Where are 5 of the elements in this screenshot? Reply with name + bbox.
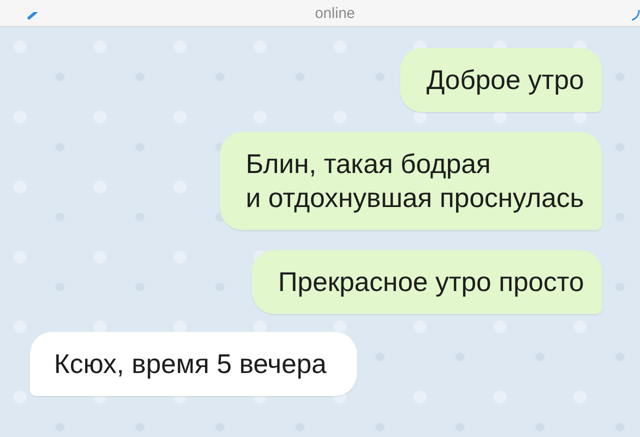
incoming-message: Ксюх, время 5 вечера bbox=[30, 332, 357, 396]
contact-status: online bbox=[314, 6, 356, 22]
outgoing-message: Блин, такая бодрая и отдохнувшая проснулась bbox=[220, 132, 602, 230]
outgoing-message: Прекрасное утро просто bbox=[252, 250, 602, 314]
outgoing-message: Доброе утро bbox=[400, 48, 602, 112]
